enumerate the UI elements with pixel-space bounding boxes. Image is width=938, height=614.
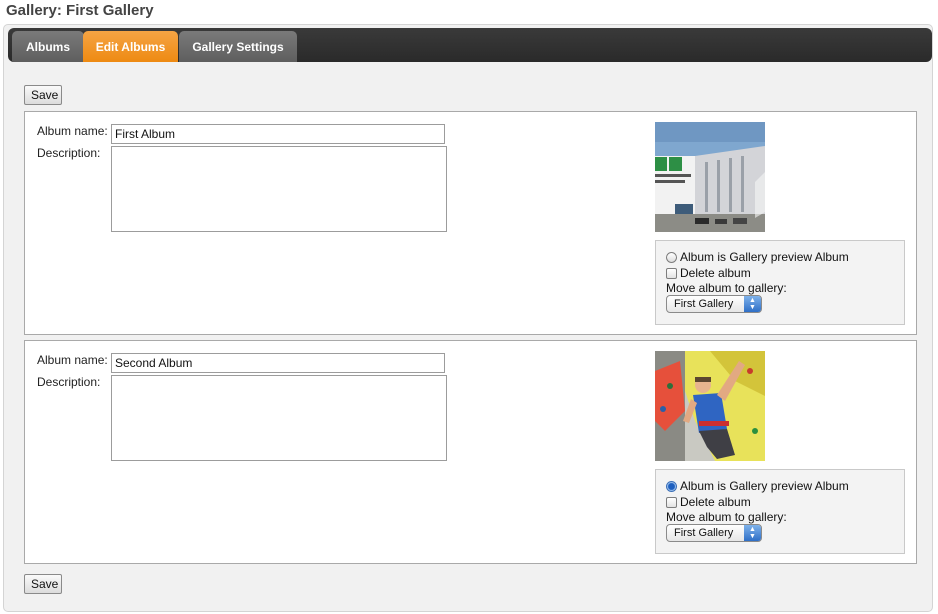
album-options: Album is Gallery preview Album Delete al… — [655, 469, 905, 554]
preview-option-label: Album is Gallery preview Album — [680, 479, 849, 493]
move-label-row: Move album to gallery: — [666, 510, 787, 524]
tab-edit-albums[interactable]: Edit Albums — [83, 31, 178, 62]
move-label-row: Move album to gallery: — [666, 281, 787, 295]
preview-radio[interactable] — [666, 480, 677, 492]
save-button-top[interactable]: Save — [24, 85, 62, 105]
album-name-label: Album name: — [37, 124, 108, 138]
description-textarea[interactable] — [111, 146, 447, 232]
description-textarea[interactable] — [111, 375, 447, 461]
preview-option-row: Album is Gallery preview Album — [666, 479, 849, 493]
gallery-select-value: First Gallery — [674, 298, 734, 310]
album-name-input[interactable] — [111, 124, 445, 144]
gallery-select[interactable]: First Gallery ▲ ▼ — [666, 295, 762, 313]
select-arrows-icon: ▲ ▼ — [744, 296, 761, 312]
tab-gallery-settings[interactable]: Gallery Settings — [179, 31, 297, 62]
album-options: Album is Gallery preview Album Delete al… — [655, 240, 905, 325]
album-panel: Album name: Description: — [24, 111, 917, 335]
select-arrows-icon: ▲ ▼ — [744, 525, 761, 541]
preview-option-row: Album is Gallery preview Album — [666, 250, 849, 264]
delete-option-label: Delete album — [680, 495, 751, 509]
save-button-bottom[interactable]: Save — [24, 574, 62, 594]
delete-checkbox[interactable] — [666, 267, 677, 279]
description-label: Description: — [37, 146, 101, 160]
tab-bar: Albums Edit Albums Gallery Settings — [8, 28, 932, 62]
delete-option-label: Delete album — [680, 266, 751, 280]
album-thumbnail — [655, 122, 765, 232]
description-label: Description: — [37, 375, 101, 389]
move-album-label: Move album to gallery: — [666, 510, 787, 524]
tab-albums[interactable]: Albums — [12, 31, 84, 62]
gallery-select-value: First Gallery — [674, 527, 734, 539]
album-panel: Album name: Description: Album is Galler… — [24, 340, 917, 564]
album-name-label: Album name: — [37, 353, 108, 367]
move-album-label: Move album to gallery: — [666, 281, 787, 295]
delete-option-row: Delete album — [666, 266, 751, 280]
delete-checkbox[interactable] — [666, 496, 677, 508]
preview-option-label: Album is Gallery preview Album — [680, 250, 849, 264]
gallery-select[interactable]: First Gallery ▲ ▼ — [666, 524, 762, 542]
preview-radio[interactable] — [666, 251, 677, 263]
climber-photo-icon — [655, 351, 765, 461]
album-thumbnail — [655, 351, 765, 461]
page-title: Gallery: First Gallery — [6, 2, 154, 19]
album-name-input[interactable] — [111, 353, 445, 373]
building-photo-icon — [655, 122, 765, 232]
delete-option-row: Delete album — [666, 495, 751, 509]
